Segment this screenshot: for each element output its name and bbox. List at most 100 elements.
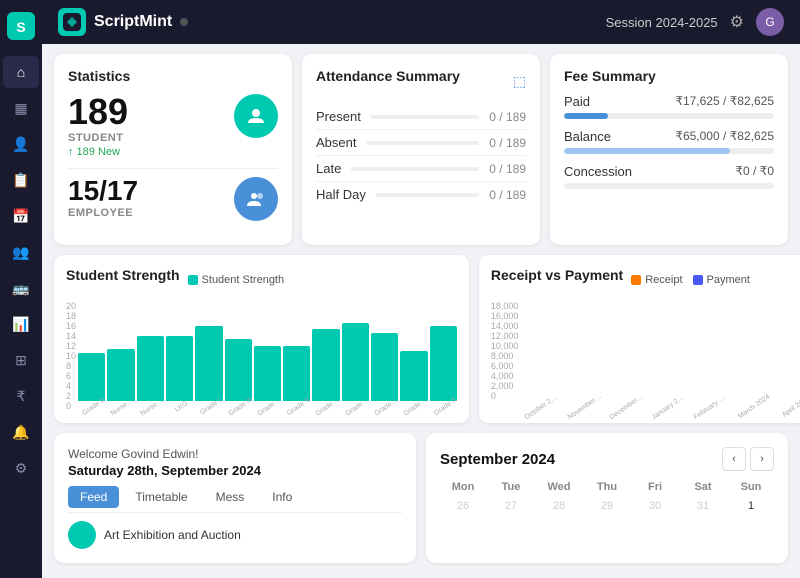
fee-label: Paid <box>564 94 590 109</box>
student-y-axis: 2018161412 1086420 <box>66 301 78 401</box>
sidebar-item-reports[interactable]: 📊 <box>3 308 39 340</box>
fee-label: Balance <box>564 129 611 144</box>
fee-val: ₹17,625 / ₹82,625 <box>675 94 774 109</box>
tab-feed[interactable]: Feed <box>68 486 119 508</box>
main-content: ScriptMint Session 2024-2025 ⚙ G Statist… <box>42 0 800 578</box>
att-bar <box>376 193 479 197</box>
sidebar-item-notifications[interactable]: 🔔 <box>3 416 39 448</box>
calendar-header: September 2024 ‹ › <box>440 447 774 471</box>
settings-icon[interactable]: ⚙ <box>730 12 744 32</box>
cal-day-30prev[interactable]: 30 <box>632 497 678 515</box>
payment-legend: Payment <box>693 274 750 286</box>
feed-text: Art Exhibition and Auction <box>104 528 241 542</box>
cal-day-31prev[interactable]: 31 <box>680 497 726 515</box>
brand-name: ScriptMint <box>94 13 172 31</box>
sidebar: S ⌂ ▦ 👤 📋 📅 👥 🚌 📊 ⊞ ₹ 🔔 ⚙ <box>0 0 42 578</box>
teal-legend-dot <box>188 275 198 285</box>
attendance-title: Attendance Summary <box>316 68 460 84</box>
avatar[interactable]: G <box>756 8 784 36</box>
student-strength-legend-label: Student Strength <box>202 274 285 286</box>
fee-row: Paid ₹17,625 / ₹82,625 <box>564 94 774 119</box>
calendar-prev-btn[interactable]: ‹ <box>722 447 746 471</box>
feed-item: Art Exhibition and Auction <box>68 521 402 549</box>
cal-header-sun: Sun <box>728 479 774 495</box>
tab-info[interactable]: Info <box>260 486 304 508</box>
brand-icon <box>58 8 86 36</box>
receipt-bars-container <box>520 301 800 401</box>
att-bar <box>366 141 479 145</box>
att-bar <box>371 115 479 119</box>
student-bar <box>430 326 457 401</box>
cal-header-fri: Fri <box>632 479 678 495</box>
cal-day-26prev[interactable]: 26 <box>440 497 486 515</box>
fee-row-header: Concession ₹0 / ₹0 <box>564 164 774 179</box>
sidebar-item-people[interactable]: 👥 <box>3 236 39 268</box>
attendance-card: Attendance Summary ⬚ Present 0 / 189 Abs… <box>302 54 540 245</box>
svg-text:S: S <box>16 19 25 35</box>
att-val: 0 / 189 <box>489 188 526 202</box>
sidebar-item-attendance[interactable]: 📋 <box>3 164 39 196</box>
student-stat-row: 189 STUDENT ↑ 189 New <box>68 94 278 158</box>
student-label: STUDENT <box>68 132 128 144</box>
feed-avatar <box>68 521 96 549</box>
receipt-payment-title: Receipt vs Payment <box>491 267 623 283</box>
fee-row: Balance ₹65,000 / ₹82,625 <box>564 129 774 154</box>
sidebar-item-calendar[interactable]: 📅 <box>3 200 39 232</box>
student-bar <box>371 333 398 401</box>
receipt-payment-header: Receipt vs Payment Receipt Payment <box>491 267 800 293</box>
sidebar-item-students[interactable]: 👤 <box>3 128 39 160</box>
calendar-grid: Mon Tue Wed Thu Fri Sat Sun 26 27 28 29 … <box>440 479 774 515</box>
student-chart-area: 2018161412 1086420 Grade IINursery IINur… <box>66 301 457 411</box>
fee-bar-track <box>564 148 774 154</box>
external-link-icon[interactable]: ⬚ <box>513 73 526 90</box>
receipt-payment-card: Receipt vs Payment Receipt Payment <box>479 255 800 423</box>
fee-bar-track <box>564 183 774 189</box>
fee-bar-track <box>564 113 774 119</box>
cal-header-tue: Tue <box>488 479 534 495</box>
header-logo: ScriptMint <box>58 8 188 36</box>
bottom-row: Welcome Govind Edwin! Saturday 28th, Sep… <box>54 433 788 563</box>
student-bar <box>400 351 427 401</box>
cal-header-mon: Mon <box>440 479 486 495</box>
tab-mess[interactable]: Mess <box>204 486 257 508</box>
student-strength-legend: Student Strength <box>188 274 285 286</box>
top-row: Statistics 189 STUDENT ↑ 189 New <box>54 54 788 245</box>
fee-title: Fee Summary <box>564 68 774 84</box>
statistics-title: Statistics <box>68 68 278 84</box>
tab-timetable[interactable]: Timetable <box>123 486 199 508</box>
fee-bar-fill <box>564 148 730 154</box>
cal-header-thu: Thu <box>584 479 630 495</box>
sidebar-item-fees[interactable]: ₹ <box>3 380 39 412</box>
welcome-tabs: Feed Timetable Mess Info <box>68 486 402 513</box>
student-icon <box>234 94 278 138</box>
student-bar <box>107 349 134 401</box>
student-bar <box>312 329 339 401</box>
receipt-legend: Receipt <box>631 274 682 286</box>
sidebar-item-home[interactable]: ⌂ <box>3 56 39 88</box>
cal-day-1[interactable]: 1 <box>728 497 774 515</box>
receipt-legend-dot <box>631 275 641 285</box>
receipt-bars-area: October 2023November 2023December 2023Ja… <box>520 301 800 411</box>
student-bars-container <box>78 301 457 401</box>
student-bar <box>283 346 310 401</box>
sidebar-item-groups[interactable]: ⊞ <box>3 344 39 376</box>
student-bar <box>254 346 281 401</box>
sidebar-item-dashboard[interactable]: ▦ <box>3 92 39 124</box>
att-label: Present <box>316 109 361 124</box>
receipt-chart-area: 18,00016,00014,00012,00010,000 8,0006,00… <box>491 301 800 411</box>
welcome-date: Saturday 28th, September 2024 <box>68 463 402 478</box>
student-bar <box>225 339 252 401</box>
cal-day-29prev[interactable]: 29 <box>584 497 630 515</box>
fee-val: ₹65,000 / ₹82,625 <box>675 129 774 144</box>
cal-day-27prev[interactable]: 27 <box>488 497 534 515</box>
sidebar-item-transport[interactable]: 🚌 <box>3 272 39 304</box>
header: ScriptMint Session 2024-2025 ⚙ G <box>42 0 800 44</box>
student-strength-header: Student Strength Student Strength <box>66 267 457 293</box>
fee-bar-fill <box>564 113 608 119</box>
cal-day-28prev[interactable]: 28 <box>536 497 582 515</box>
employee-stat-info: 15/17 EMPLOYEE <box>68 177 138 219</box>
sidebar-item-settings[interactable]: ⚙ <box>3 452 39 484</box>
employee-label: EMPLOYEE <box>68 207 138 219</box>
calendar-next-btn[interactable]: › <box>750 447 774 471</box>
header-right: Session 2024-2025 ⚙ G <box>606 8 784 36</box>
